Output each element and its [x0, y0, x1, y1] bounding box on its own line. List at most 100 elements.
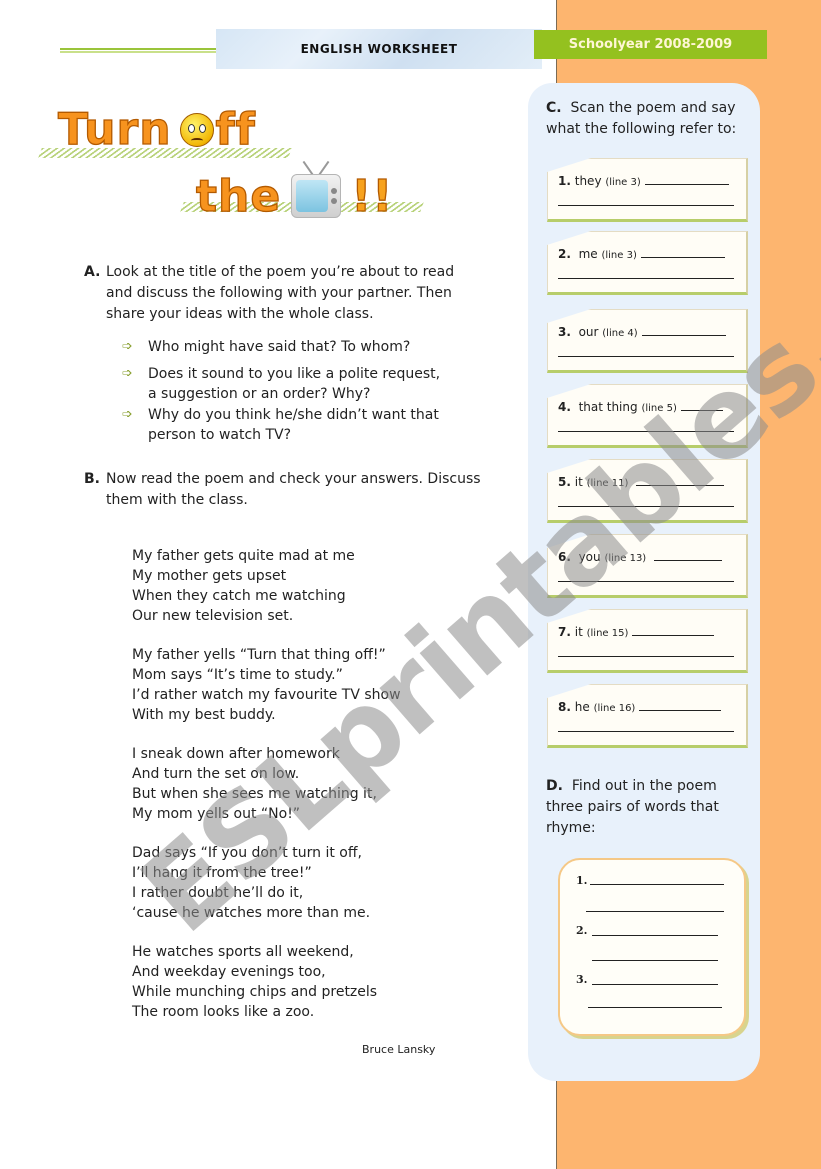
poem-stanza: My father yells “Turn that thing off!” M…	[132, 645, 462, 725]
section-a-bullets: ➩ Who might have said that? To whom? ➩ D…	[122, 337, 478, 445]
angry-smiley-icon	[179, 112, 214, 147]
section-b-instructions: B. Now read the poem and check your answ…	[84, 469, 504, 511]
hand-pointer-icon: ➩	[122, 366, 133, 381]
item-line-ref: (line 3)	[601, 250, 637, 261]
answer-line[interactable]	[558, 205, 734, 206]
bullet-text: person to watch TV?	[148, 427, 292, 443]
reference-card: 7. it (line 15)	[547, 609, 748, 673]
section-a-text-line: share your ideas with the whole class.	[106, 306, 374, 322]
poem-line: I sneak down after homework	[132, 746, 340, 762]
rhyme-answer-line[interactable]	[588, 1007, 722, 1008]
poem-line: ‘cause he watches more than me.	[132, 905, 371, 921]
title-word-ff: ff	[215, 103, 256, 155]
section-a-text-line: and discuss the following with your part…	[106, 285, 452, 301]
poem-line: I’ll hang it from the tree!”	[132, 865, 312, 881]
poem-line: The room looks like a zoo.	[132, 1004, 315, 1020]
item-number: 1.	[558, 174, 571, 188]
reference-card: 6. you (line 13)	[547, 534, 748, 598]
section-b-text-line: Now read the poem and check your answers…	[106, 471, 481, 487]
item-number: 3.	[558, 325, 571, 339]
hand-pointer-icon: ➩	[122, 339, 133, 354]
section-c-text-line: what the following refer to:	[546, 121, 737, 137]
poem-line: Mom says “It’s time to study.”	[132, 667, 343, 683]
poem-line: He watches sports all weekend,	[132, 944, 354, 960]
poem-line: My mom yells out “No!”	[132, 806, 301, 822]
section-d-text-line: Find out in the poem	[571, 778, 717, 794]
poem-line: I’d rather watch my favourite TV show	[132, 687, 401, 703]
poem-line: And weekday evenings too,	[132, 964, 326, 980]
item-line-ref: (line 11)	[586, 478, 629, 489]
poem-line: But when she sees me watching it,	[132, 786, 377, 802]
item-line-ref: (line 15)	[586, 628, 629, 639]
bullet-text: a suggestion or an order? Why?	[148, 386, 371, 402]
section-d-instructions: D. Find out in the poem three pairs of w…	[546, 776, 756, 839]
poem-line: With my best buddy.	[132, 707, 276, 723]
section-a-letter: A.	[84, 264, 101, 280]
rhyme-answer-line[interactable]	[592, 960, 718, 961]
title-word-the: the	[195, 170, 282, 222]
item-line-ref: (line 16)	[593, 703, 636, 714]
rhyme-answer-line[interactable]	[592, 935, 718, 936]
answer-line[interactable]	[558, 731, 734, 732]
poem-line: When they catch me watching	[132, 588, 346, 604]
item-line-ref: (line 4)	[602, 328, 638, 339]
rhyme-answer-line[interactable]	[586, 911, 724, 912]
poem: My father gets quite mad at me My mother…	[132, 546, 462, 1022]
poem-author: Bruce Lansky	[362, 1043, 436, 1056]
section-d-letter: D.	[546, 778, 563, 794]
reference-card: 1. they (line 3)	[547, 158, 748, 222]
answer-line[interactable]	[558, 581, 734, 582]
answer-blank[interactable]	[632, 624, 715, 636]
rhyme-answer-box: 1. 2. 3.	[558, 858, 746, 1036]
poem-line: Our new television set.	[132, 608, 294, 624]
worksheet-title: ENGLISH WORKSHEET	[300, 42, 458, 56]
item-word: it	[574, 625, 583, 639]
bullet-text: Who might have said that? To whom?	[148, 339, 411, 355]
answer-blank[interactable]	[641, 324, 726, 336]
poem-line: My father gets quite mad at me	[132, 548, 355, 564]
poem-stanza: He watches sports all weekend, And weekd…	[132, 942, 462, 1022]
poem-line: Dad says “If you don’t turn it off,	[132, 845, 362, 861]
bullet-item: ➩ Why do you think he/she didn’t want th…	[122, 405, 478, 445]
rhyme-number: 3.	[576, 973, 588, 986]
answer-blank[interactable]	[680, 399, 723, 411]
answer-line[interactable]	[558, 656, 734, 657]
hand-pointer-icon: ➩	[122, 407, 133, 422]
item-number: 5.	[558, 475, 571, 489]
reference-card: 4. that thing (line 5)	[547, 384, 748, 448]
television-icon	[291, 160, 343, 220]
item-number: 4.	[558, 400, 571, 414]
section-b-text-line: them with the class.	[106, 492, 248, 508]
bullet-text: Does it sound to you like a polite reque…	[148, 366, 441, 382]
section-d-text-line: three pairs of words that	[546, 799, 719, 815]
item-number: 6.	[558, 550, 571, 564]
item-word: our	[578, 325, 599, 339]
section-a-text-line: Look at the title of the poem you’re abo…	[106, 264, 455, 280]
answer-line[interactable]	[558, 506, 734, 507]
item-line-ref: (line 5)	[641, 403, 677, 414]
item-line-ref: (line 13)	[604, 553, 647, 564]
rhyme-answer-line[interactable]	[590, 884, 724, 885]
schoolyear-label: Schoolyear 2008-2009	[568, 37, 733, 52]
poem-line: While munching chips and pretzels	[132, 984, 378, 1000]
answer-blank[interactable]	[640, 246, 725, 258]
item-word: me	[578, 247, 598, 261]
section-a-instructions: A. Look at the title of the poem you’re …	[84, 262, 504, 325]
rhyme-answer-line[interactable]	[592, 984, 718, 985]
answer-blank[interactable]	[639, 699, 722, 711]
poem-title-art: Turn ff the !!	[32, 103, 432, 224]
poem-stanza: Dad says “If you don’t turn it off, I’ll…	[132, 843, 462, 923]
item-number: 7.	[558, 625, 571, 639]
poem-line: I rather doubt he’ll do it,	[132, 885, 304, 901]
worksheet-header: ENGLISH WORKSHEET	[216, 29, 542, 69]
answer-line[interactable]	[558, 431, 734, 432]
title-word-turn: Turn	[57, 103, 172, 155]
answer-blank[interactable]	[636, 474, 725, 486]
reference-card: 5. it (line 11)	[547, 459, 748, 523]
answer-blank[interactable]	[653, 549, 722, 561]
answer-line[interactable]	[558, 356, 734, 357]
section-d-text-line: rhyme:	[546, 820, 596, 836]
answer-line[interactable]	[558, 278, 734, 279]
answer-blank[interactable]	[644, 173, 729, 185]
item-line-ref: (line 3)	[605, 177, 641, 188]
